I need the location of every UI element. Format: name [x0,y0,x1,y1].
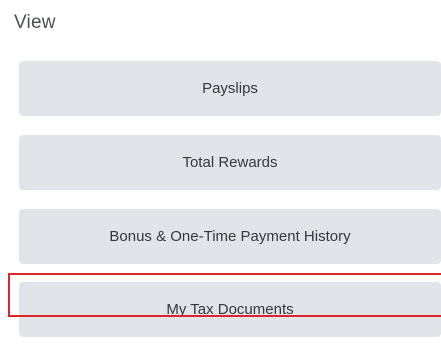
payslips-button[interactable]: Payslips [19,61,441,116]
my-tax-documents-button-label: My Tax Documents [166,301,294,318]
total-rewards-button[interactable]: Total Rewards [19,135,441,190]
bonus-payment-history-button-label: Bonus & One-Time Payment History [109,228,351,245]
bonus-payment-history-button[interactable]: Bonus & One-Time Payment History [19,209,441,264]
my-tax-documents-button[interactable]: My Tax Documents [19,282,441,337]
view-panel: View Payslips Total Rewards Bonus & One-… [0,0,441,345]
payslips-button-label: Payslips [202,80,258,97]
section-title: View [14,12,56,33]
total-rewards-button-label: Total Rewards [182,154,278,171]
